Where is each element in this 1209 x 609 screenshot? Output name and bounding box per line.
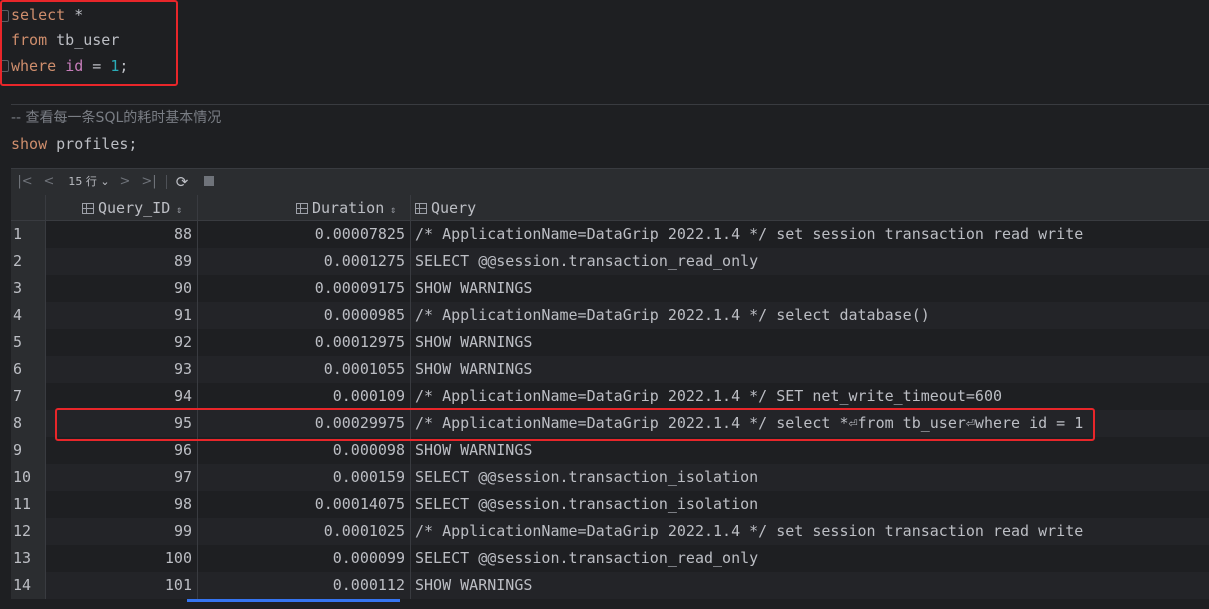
refresh-icon[interactable]: ⟳: [174, 169, 190, 195]
duration-cell[interactable]: 0.00029975: [198, 410, 411, 437]
table-row[interactable]: 1 88 0.00007825/* ApplicationName=DataGrip…: [11, 221, 1209, 248]
table-row[interactable]: 7 94 0.000109/* ApplicationName=DataGrip 2…: [11, 383, 1209, 410]
code-comment[interactable]: -- 查看每一条SQL的耗时基本情况: [11, 106, 221, 130]
query-cell[interactable]: SHOW WARNINGS: [411, 329, 1209, 356]
query-cell[interactable]: SHOW WARNINGS: [411, 356, 1209, 383]
query-cell[interactable]: SHOW WARNINGS: [411, 437, 1209, 464]
row-number-cell[interactable]: 14: [11, 572, 46, 599]
query-id-cell[interactable]: 90: [46, 275, 198, 302]
query-id-cell[interactable]: 93: [46, 356, 198, 383]
query-cell[interactable]: /* ApplicationName=DataGrip 2022.1.4 */ …: [411, 302, 1209, 329]
query-cell[interactable]: SELECT @@session.transaction_read_only: [411, 248, 1209, 275]
query-id-cell[interactable]: 101: [46, 572, 198, 599]
query-id-cell[interactable]: 91: [46, 302, 198, 329]
query-cell[interactable]: /* ApplicationName=DataGrip 2022.1.4 */ …: [411, 383, 1209, 410]
result-toolbar: |< < 15 行 ⌄ > >| ⟳: [11, 168, 1209, 196]
duration-cell[interactable]: 0.0001025: [198, 518, 411, 545]
table-row[interactable]: 4 91 0.0000985/* ApplicationName=DataGrip …: [11, 302, 1209, 329]
sort-icon[interactable]: ⇕: [390, 205, 396, 216]
row-number-cell[interactable]: 9: [11, 437, 46, 464]
query-id-cell[interactable]: 95: [46, 410, 198, 437]
column-header-query-id[interactable]: Query_ID ⇕: [46, 195, 198, 221]
query-id-cell[interactable]: 100: [46, 545, 198, 572]
last-page-icon[interactable]: >|: [139, 169, 159, 195]
chevron-down-icon: ⌄: [100, 175, 110, 188]
row-number-cell[interactable]: 7: [11, 383, 46, 410]
table-row[interactable]: 9 96 0.000098 SHOW WARNINGS: [11, 437, 1209, 464]
next-page-icon[interactable]: >: [117, 169, 133, 195]
page-size-dropdown[interactable]: 15 行 ⌄: [65, 169, 113, 195]
code-line-select[interactable]: select *: [11, 3, 83, 27]
fold-end-icon[interactable]: [0, 60, 9, 72]
sort-icon[interactable]: ⇕: [176, 205, 182, 216]
row-number-cell[interactable]: 6: [11, 356, 46, 383]
duration-cell[interactable]: 0.00014075: [198, 491, 411, 518]
duration-cell[interactable]: 0.000159: [198, 464, 411, 491]
query-id-cell[interactable]: 94: [46, 383, 198, 410]
row-number-cell[interactable]: 5: [11, 329, 46, 356]
query-id-cell[interactable]: 88: [46, 221, 198, 248]
duration-cell[interactable]: 0.00009175: [198, 275, 411, 302]
duration-cell[interactable]: 0.0000985: [198, 302, 411, 329]
code-line-where[interactable]: where id = 1;: [11, 54, 128, 78]
duration-cell[interactable]: 0.00007825: [198, 221, 411, 248]
table-row[interactable]: 13 100 0.000099 SELECT @@session.transactio…: [11, 545, 1209, 572]
query-id-cell[interactable]: 99: [46, 518, 198, 545]
column-header-duration[interactable]: Duration ⇕: [198, 195, 411, 221]
duration-cell[interactable]: 0.0001275: [198, 248, 411, 275]
row-number-cell[interactable]: 10: [11, 464, 46, 491]
row-number-cell[interactable]: 2: [11, 248, 46, 275]
table-row[interactable]: 5 92 0.00012975 SHOW WARNINGS: [11, 329, 1209, 356]
code-line-from[interactable]: from tb_user: [11, 28, 119, 52]
column-icon: [296, 203, 308, 214]
row-number-header: [11, 195, 46, 221]
row-number-cell[interactable]: 11: [11, 491, 46, 518]
column-icon: [82, 203, 94, 214]
table-row[interactable]: 14 101 0.000112 SHOW WARNINGS: [11, 572, 1209, 599]
query-id-cell[interactable]: 98: [46, 491, 198, 518]
duration-cell[interactable]: 0.0001055: [198, 356, 411, 383]
query-cell[interactable]: SHOW WARNINGS: [411, 572, 1209, 599]
row-number-cell[interactable]: 12: [11, 518, 46, 545]
sql-editor[interactable]: select * from tb_user where id = 1; -- 查…: [0, 0, 1209, 165]
query-id-cell[interactable]: 96: [46, 437, 198, 464]
duration-cell[interactable]: 0.00012975: [198, 329, 411, 356]
row-number-cell[interactable]: 4: [11, 302, 46, 329]
query-cell[interactable]: SELECT @@session.transaction_isolation: [411, 491, 1209, 518]
duration-cell[interactable]: 0.000112: [198, 572, 411, 599]
query-cell[interactable]: /* ApplicationName=DataGrip 2022.1.4 */ …: [411, 410, 1209, 437]
prev-page-icon[interactable]: <: [41, 169, 57, 195]
row-number-cell[interactable]: 1: [11, 221, 46, 248]
row-number-cell[interactable]: 3: [11, 275, 46, 302]
table-row[interactable]: 11 98 0.00014075 SELECT @@session.transacti…: [11, 491, 1209, 518]
duration-cell[interactable]: 0.000098: [198, 437, 411, 464]
stop-icon[interactable]: [201, 169, 217, 195]
query-id-cell[interactable]: 92: [46, 329, 198, 356]
query-cell[interactable]: /* ApplicationName=DataGrip 2022.1.4 */ …: [411, 518, 1209, 545]
row-number-cell[interactable]: 13: [11, 545, 46, 572]
query-id-cell[interactable]: 89: [46, 248, 198, 275]
table-row[interactable]: 10 97 0.000159 SELECT @@session.transaction…: [11, 464, 1209, 491]
duration-cell[interactable]: 0.000109: [198, 383, 411, 410]
table-row[interactable]: 2 89 0.0001275 SELECT @@session.transaction…: [11, 248, 1209, 275]
query-cell[interactable]: /* ApplicationName=DataGrip 2022.1.4 */ …: [411, 221, 1209, 248]
column-header-query[interactable]: Query: [411, 195, 1209, 221]
column-icon: [415, 203, 427, 214]
duration-cell[interactable]: 0.000099: [198, 545, 411, 572]
first-page-icon[interactable]: |<: [17, 169, 33, 195]
fold-icon[interactable]: [0, 10, 9, 22]
table-row[interactable]: 12 99 0.0001025/* ApplicationName=DataGrip…: [11, 518, 1209, 545]
horizontal-scrollbar[interactable]: [187, 599, 400, 602]
code-line-show-profiles[interactable]: show profiles;: [11, 132, 137, 156]
table-row[interactable]: 6 93 0.0001055 SHOW WARNINGS: [11, 356, 1209, 383]
query-cell[interactable]: SELECT @@session.transaction_isolation: [411, 464, 1209, 491]
statement-separator: [11, 104, 1209, 105]
query-cell[interactable]: SELECT @@session.transaction_read_only: [411, 545, 1209, 572]
query-id-cell[interactable]: 97: [46, 464, 198, 491]
table-row[interactable]: 3 90 0.00009175 SHOW WARNINGS: [11, 275, 1209, 302]
query-cell[interactable]: SHOW WARNINGS: [411, 275, 1209, 302]
table-row[interactable]: 8 95 0.00029975/* ApplicationName=DataGrip…: [11, 410, 1209, 437]
toolbar-divider: [166, 175, 167, 189]
row-number-cell[interactable]: 8: [11, 410, 46, 437]
